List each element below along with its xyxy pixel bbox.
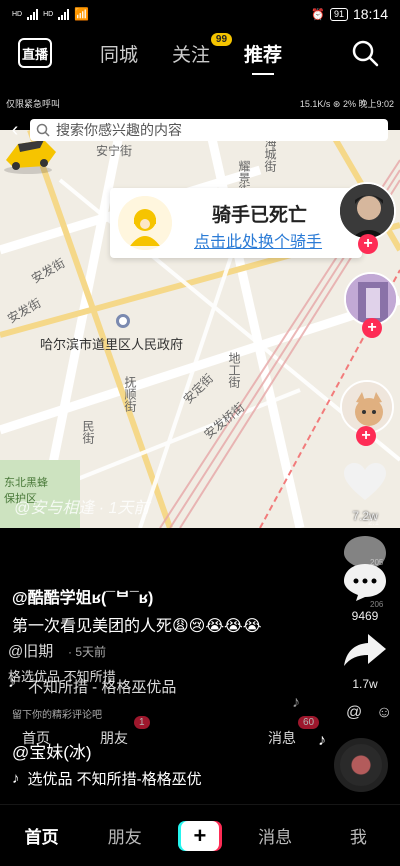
nav-messages[interactable]: 消息 — [245, 823, 305, 848]
map-label: 民街 — [81, 420, 95, 444]
ghost-nav-item: 消息 — [268, 730, 296, 746]
inner-search-bar: ‹ 搜索你感兴趣的内容 — [0, 118, 400, 142]
video-caption: 第一次看见美团的人死😩😢😭😭😭 — [12, 618, 262, 635]
music-disc[interactable] — [334, 738, 388, 792]
music-marquee[interactable]: ♪ 选优品 不知所措-格格巫优 — [12, 768, 222, 789]
like-count: 7.2w — [352, 509, 378, 523]
comment-count: 9469 — [351, 609, 379, 623]
map-label-district: 哈尔滨市道里区人民政府 — [40, 337, 184, 352]
author-handle-secondary[interactable]: @宝妹(冰) — [12, 738, 92, 763]
search-icon — [36, 123, 50, 137]
bottom-nav: 首页 朋友 + 消息 我 — [0, 804, 400, 866]
inner-status-left: 仅限紧急呼叫 — [6, 98, 61, 109]
map-label: 安宁街 — [96, 144, 133, 158]
music-title: 选优品 不知所措-格格巫优 — [27, 771, 202, 788]
signal-icon — [27, 8, 39, 20]
emoji-icon: ☺ — [376, 704, 393, 721]
signal-icon — [58, 8, 70, 20]
inner-status-right: 15.1K/s ⊛ 2% 晚上9:02 — [299, 98, 394, 109]
video-watermark: @安与相逢 · 1天前 — [14, 500, 150, 517]
status-left: HD HD 📶 — [12, 7, 89, 21]
follow-button[interactable]: + — [358, 234, 378, 254]
author-handle[interactable]: @酷酷学姐ʁ(¯ᄇ¯ʁ) — [12, 584, 153, 608]
ghost-count: 206 — [370, 600, 384, 609]
inner-search-placeholder: 搜索你感兴趣的内容 — [56, 122, 182, 138]
ghost-time: · 5天前 — [68, 645, 107, 659]
comment-icon — [344, 564, 386, 601]
video-inner-status: 仅限紧急呼叫 15.1K/s ⊛ 2% 晚上9:02 — [0, 94, 400, 112]
popup-title: 骑手已死亡 — [212, 205, 308, 226]
follow-button[interactable]: + — [356, 426, 376, 446]
tab-label: 推荐 — [244, 45, 283, 66]
battery-indicator: 91 — [329, 7, 348, 21]
map-label: 抚顺街 — [123, 376, 137, 412]
wifi-icon: 📶 — [74, 7, 90, 21]
network-tag: HD — [12, 10, 23, 18]
inner-search-input[interactable]: 搜索你感兴趣的内容 — [30, 119, 388, 141]
nav-me[interactable]: 我 — [328, 823, 388, 848]
heart-icon — [344, 463, 386, 500]
comment-action[interactable]: 9469 — [340, 562, 390, 623]
map-poi-marker — [116, 314, 130, 328]
share-action[interactable]: 1.7w — [340, 630, 390, 691]
status-bar: HD HD 📶 ⏰ 91 18:14 — [0, 0, 400, 28]
music-note-icon: ♪ — [318, 732, 326, 749]
alarm-icon: ⏰ — [311, 8, 325, 21]
change-rider-link[interactable]: 点击此处换个骑手 — [194, 228, 322, 252]
tab-following[interactable]: 关注 99 — [172, 33, 233, 67]
clock: 18:14 — [352, 6, 388, 22]
tab-label: 关注 — [172, 45, 211, 66]
music-note-icon: ♪ — [292, 694, 300, 711]
ghost-music-line: 不知所措 - 格格巫优品 — [28, 679, 177, 696]
create-button[interactable]: + — [177, 820, 222, 851]
top-nav: 直播 同城 关注 99 推荐 — [0, 30, 400, 76]
tab-recommended[interactable]: 推荐 — [244, 40, 282, 67]
status-right: ⏰ 91 18:14 — [311, 6, 388, 22]
search-icon[interactable] — [350, 38, 380, 68]
ghost-count: 2.1 — [368, 518, 380, 527]
music-note-icon: ♪ — [8, 674, 16, 691]
like-action[interactable]: 7.2w — [340, 462, 390, 523]
share-arrow-icon — [344, 634, 386, 666]
creator-avatar[interactable] — [338, 182, 396, 240]
following-badge: 99 — [210, 33, 233, 46]
ghost-nav-item: 朋友 — [100, 730, 128, 746]
plus-icon: + — [180, 820, 219, 851]
network-tag: HD — [43, 10, 54, 18]
nav-friends[interactable]: 朋友 — [95, 823, 155, 848]
ghost-badge: 60 — [298, 716, 320, 729]
tab-label: 同城 — [100, 45, 139, 66]
map-label: 地工街 — [227, 352, 241, 388]
ghost-comment-hint: 留下你的精彩评论吧 — [12, 710, 102, 721]
tab-nearby[interactable]: 同城 — [100, 40, 138, 67]
ghost-badge: 1 — [134, 716, 150, 729]
live-button[interactable]: 直播 — [18, 38, 52, 68]
back-arrow-icon[interactable]: ‹ — [0, 119, 30, 142]
ghost-author: @旧期 — [8, 643, 54, 660]
follow-button[interactable]: + — [362, 318, 382, 338]
rider-status-popup[interactable]: 骑手已死亡 点击此处换个骑手 — [110, 188, 362, 258]
music-note-icon: ♪ — [12, 770, 20, 787]
share-count: 1.7w — [352, 677, 378, 691]
rider-avatar — [118, 196, 172, 250]
nav-home[interactable]: 首页 — [12, 823, 72, 848]
at-icon: @ — [346, 704, 363, 721]
feed-tabs: 同城 关注 99 推荐 — [100, 33, 282, 67]
